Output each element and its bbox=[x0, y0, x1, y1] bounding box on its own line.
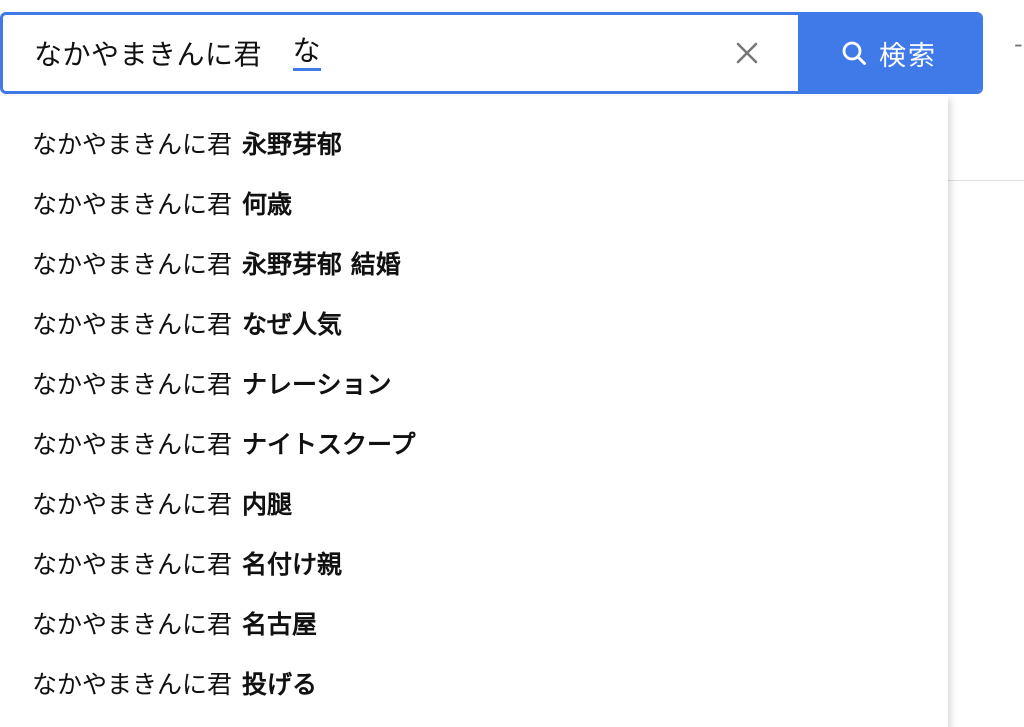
search-icon bbox=[842, 41, 866, 65]
suggestion-completion-text: なぜ人気 bbox=[242, 310, 343, 339]
suggestion-item[interactable]: なかやまきんに君 永野芽郁 結婚 bbox=[0, 233, 948, 293]
suggestion-item[interactable]: なかやまきんに君 ナレーション bbox=[0, 353, 948, 413]
suggestion-base-text: なかやまきんに君 bbox=[32, 430, 233, 459]
suggestion-base-text: なかやまきんに君 bbox=[32, 370, 233, 399]
suggestion-completion-text: 内腿 bbox=[242, 490, 293, 519]
suggestion-list: なかやまきんに君 永野芽郁 なかやまきんに君 何歳 なかやまきんに君 永野芽郁 結婚 … bbox=[0, 96, 948, 727]
suggestion-completion-text: 名古屋 bbox=[242, 610, 318, 639]
suggestion-base-text: なかやまきんに君 bbox=[32, 490, 233, 519]
suggestion-base-text: なかやまきんに君 bbox=[32, 310, 233, 339]
suggestion-item[interactable]: なかやまきんに君 名古屋 bbox=[0, 593, 948, 653]
suggestion-item[interactable]: なかやまきんに君 何歳 bbox=[0, 173, 948, 233]
suggestion-base-text: なかやまきんに君 bbox=[32, 550, 233, 579]
suggestion-item[interactable]: なかやまきんに君 なぜ人気 bbox=[0, 293, 948, 353]
suggestion-item[interactable]: なかやまきんに君 投げる bbox=[0, 653, 948, 713]
search-box: なかやまきんに君 な 検索 bbox=[0, 12, 983, 94]
divider bbox=[948, 180, 1024, 181]
search-input[interactable]: なかやまきんに君 な bbox=[3, 15, 798, 91]
suggestion-completion-text: 永野芽郁 bbox=[242, 130, 343, 159]
suggestion-completion-text: 名付け親 bbox=[242, 550, 343, 579]
ime-composing-text: な bbox=[292, 35, 321, 71]
suggestion-completion-text: 何歳 bbox=[242, 190, 293, 219]
suggestion-base-text: なかやまきんに君 bbox=[32, 250, 233, 279]
search-button-label: 検索 bbox=[879, 40, 937, 72]
suggestion-completion-text: 永野芽郁 結婚 bbox=[242, 250, 401, 279]
page: なかやまきんに君 な 検索 ‐ なかやまきんに君 永野芽郁 なかやまきんに君 何歳 bbox=[0, 0, 1024, 727]
search-query-text: なかやまきんに君 bbox=[34, 38, 291, 71]
suggestion-item[interactable]: なかやまきんに君 ナイトスクープ bbox=[0, 413, 948, 473]
search-button[interactable]: 検索 bbox=[798, 15, 980, 91]
suggestion-item[interactable]: なかやまきんに君 名付け親 bbox=[0, 533, 948, 593]
clear-button[interactable] bbox=[730, 36, 764, 70]
suggestion-completion-text: 投げる bbox=[242, 670, 318, 699]
suggestion-base-text: なかやまきんに君 bbox=[32, 610, 233, 639]
suggestion-base-text: なかやまきんに君 bbox=[32, 130, 233, 159]
suggestion-base-text: なかやまきんに君 bbox=[32, 190, 233, 219]
partial-icon: ‐ bbox=[1014, 30, 1023, 58]
close-icon bbox=[736, 42, 758, 64]
suggestion-item[interactable]: なかやまきんに君 永野芽郁 bbox=[0, 113, 948, 173]
suggestion-completion-text: ナレーション bbox=[242, 370, 392, 399]
suggestion-base-text: なかやまきんに君 bbox=[32, 670, 233, 699]
suggestion-item[interactable]: なかやまきんに君 内腿 bbox=[0, 473, 948, 533]
suggestion-completion-text: ナイトスクープ bbox=[242, 430, 416, 459]
